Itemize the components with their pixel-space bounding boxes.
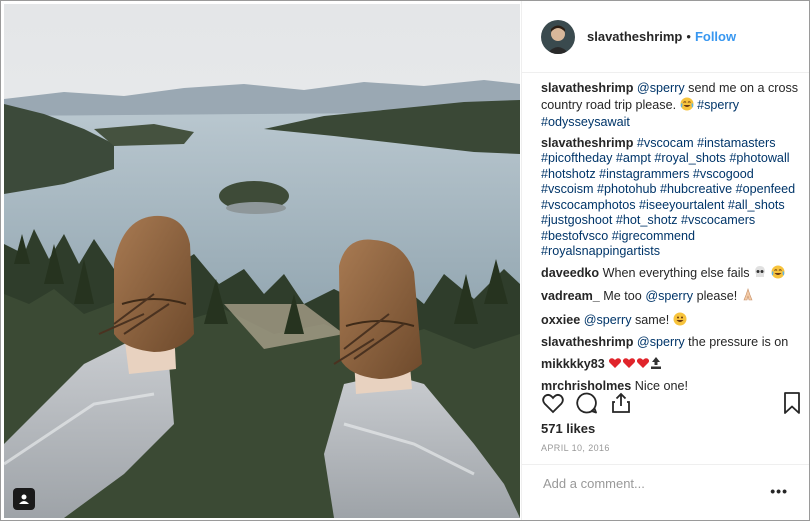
comments-list: slavatheshrimp @sperry send me on a cros… bbox=[541, 81, 803, 400]
comment-text: please! bbox=[693, 289, 741, 303]
heart-emoji-icon bbox=[608, 356, 622, 375]
comment-hashtags[interactable]: #vscocam #instamasters #picoftheday #amp… bbox=[541, 136, 795, 259]
crying-laughing-emoji-icon bbox=[680, 97, 694, 116]
grinning-emoji-icon bbox=[673, 312, 687, 331]
comment-username[interactable]: slavatheshrimp bbox=[541, 335, 633, 349]
comment-text: same! bbox=[631, 312, 673, 327]
comment-item: slavatheshrimp #vscocam #instamasters #p… bbox=[541, 136, 803, 260]
comment-item: vadream_ Me too @sperry please! bbox=[541, 288, 803, 307]
comment-username[interactable]: oxxiee bbox=[541, 313, 580, 327]
avatar[interactable] bbox=[541, 19, 575, 54]
praying-hands-emoji-icon bbox=[741, 288, 755, 307]
bookmark-icon[interactable] bbox=[781, 391, 803, 420]
comment-item: oxxiee @sperry same! bbox=[541, 312, 803, 331]
comment-username[interactable]: slavatheshrimp bbox=[541, 136, 633, 150]
comment-username[interactable]: mikkkky83 bbox=[541, 357, 605, 371]
comment-username[interactable]: slavatheshrimp bbox=[541, 81, 633, 95]
comment-text: Me too bbox=[599, 289, 646, 303]
separator-dot: • bbox=[686, 29, 691, 44]
post-username[interactable]: slavatheshrimp bbox=[587, 29, 682, 44]
post-date: APRIL 10, 2016 bbox=[541, 443, 610, 453]
heart-emoji-icon bbox=[636, 356, 650, 375]
share-icon[interactable] bbox=[609, 391, 633, 420]
heart-outline-icon[interactable] bbox=[541, 391, 565, 420]
top-arrow-emoji-icon bbox=[650, 356, 662, 375]
comment-username[interactable]: vadream_ bbox=[541, 289, 600, 303]
likes-count[interactable]: 571 likes bbox=[541, 421, 595, 436]
comment-item: slavatheshrimp @sperry the pressure is o… bbox=[541, 335, 803, 351]
comment-mention[interactable]: @sperry bbox=[584, 313, 632, 327]
comment-item: slavatheshrimp @sperry send me on a cros… bbox=[541, 81, 803, 131]
comment-input[interactable] bbox=[541, 475, 765, 492]
photo-image bbox=[4, 4, 520, 518]
comment-item: daveedko When everything else fails bbox=[541, 265, 803, 284]
comment-mention[interactable]: @sperry bbox=[637, 335, 685, 349]
follow-button[interactable]: Follow bbox=[695, 29, 736, 44]
add-comment-bar: ••• bbox=[522, 464, 809, 520]
post-actions bbox=[541, 391, 803, 417]
tagged-user-icon[interactable] bbox=[13, 488, 35, 510]
skull-emoji-icon bbox=[753, 265, 767, 284]
post-details-panel: slavatheshrimp • Follow slavatheshrimp @… bbox=[521, 1, 809, 520]
post-header: slavatheshrimp • Follow bbox=[522, 1, 809, 73]
crying-laughing-emoji-icon bbox=[771, 265, 785, 284]
comment-text: the pressure is on bbox=[684, 335, 789, 349]
comment-mention[interactable]: @sperry bbox=[637, 81, 685, 95]
speech-bubble-icon[interactable] bbox=[575, 391, 599, 420]
more-options-icon[interactable]: ••• bbox=[770, 483, 788, 499]
post-photo[interactable] bbox=[4, 4, 520, 518]
heart-emoji-icon bbox=[622, 356, 636, 375]
comment-item: mikkkky83 bbox=[541, 356, 803, 375]
post-window: slavatheshrimp • Follow slavatheshrimp @… bbox=[0, 0, 810, 521]
comment-text: When everything else fails bbox=[599, 265, 754, 280]
comment-mention[interactable]: @sperry bbox=[645, 289, 693, 303]
comment-username[interactable]: daveedko bbox=[541, 266, 599, 280]
